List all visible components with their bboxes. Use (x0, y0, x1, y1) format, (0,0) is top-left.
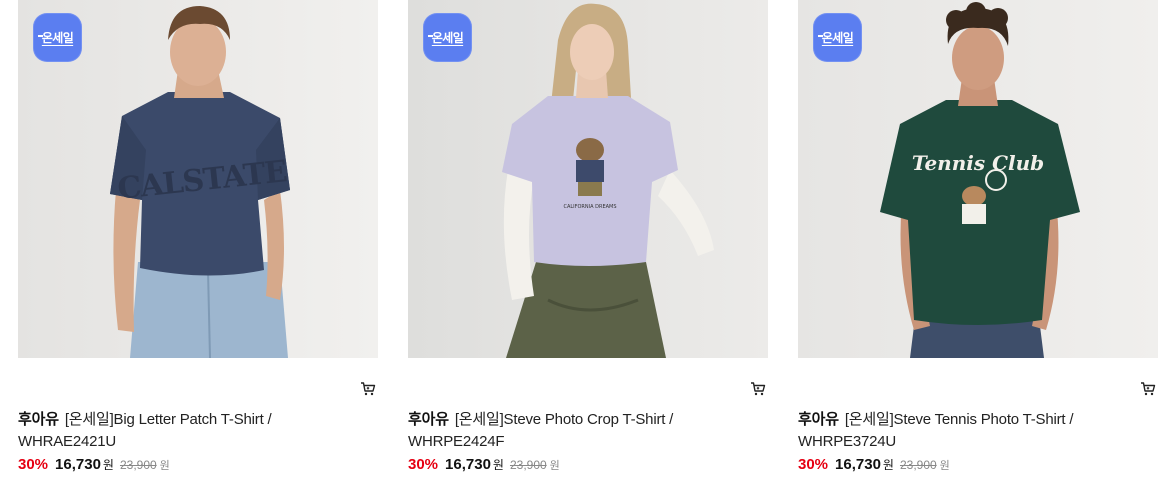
product-grid: CALSTATE 온세일 후아유 [온세일]Big Letter Patch T-… (0, 0, 1160, 482)
sale-price: 16,730 (55, 456, 101, 473)
badge-label: 온세일 (37, 31, 74, 45)
price-unit: 원 (492, 458, 504, 472)
price-row: 30% 16,730 원 23,900 원 (408, 456, 560, 476)
on-sale-badge: 온세일 (423, 13, 472, 62)
discount-rate: 30% (408, 456, 439, 473)
on-sale-badge: 온세일 (33, 13, 82, 62)
price-row: 30% 16,730 원 23,900 원 (798, 456, 950, 476)
shirt-print-text: Tennis Club (912, 151, 1044, 175)
shirt-print-text: CALIFORNIA DREAMS (563, 204, 616, 210)
price-unit: 원 (882, 458, 894, 472)
product-code: WHRAE2421U (18, 433, 117, 450)
add-to-cart-icon[interactable] (1140, 381, 1156, 397)
add-to-cart-icon[interactable] (750, 381, 766, 397)
original-price: 23,900 (509, 458, 547, 472)
brand-name: 후아유 (798, 411, 839, 428)
badge-label: 온세일 (427, 31, 464, 45)
original-price-unit: 원 (159, 460, 170, 472)
product-name: [온세일]Steve Photo Crop T-Shirt / (454, 411, 674, 428)
add-to-cart-icon[interactable] (360, 381, 376, 397)
on-sale-badge: 온세일 (813, 13, 862, 62)
brand-name: 후아유 (18, 411, 59, 428)
discount-rate: 30% (18, 456, 49, 473)
original-price-unit: 원 (549, 460, 560, 472)
original-price-unit: 원 (939, 460, 950, 472)
product-image[interactable]: CALIFORNIA DREAMS 온세일 (408, 0, 768, 358)
price-unit: 원 (102, 458, 114, 472)
product-title[interactable]: 후아유 [온세일]Steve Tennis Photo T-Shirt / WHR… (798, 409, 1098, 453)
badge-label: 온세일 (817, 31, 854, 45)
product-card[interactable]: Tennis Club 온세일 후아유 [온세일]Steve Tennis Pho… (798, 0, 1158, 482)
product-card[interactable]: CALIFORNIA DREAMS 온세일 후아유 [온세일]Steve Phot… (408, 0, 768, 482)
product-image[interactable]: Tennis Club 온세일 (798, 0, 1158, 358)
sale-price: 16,730 (835, 456, 881, 473)
product-title[interactable]: 후아유 [온세일]Steve Photo Crop T-Shirt / WHRPE… (408, 409, 708, 453)
product-image[interactable]: CALSTATE 온세일 (18, 0, 378, 358)
product-code: WHRPE3724U (798, 433, 897, 450)
original-price: 23,900 (899, 458, 937, 472)
discount-rate: 30% (798, 456, 829, 473)
product-card[interactable]: CALSTATE 온세일 후아유 [온세일]Big Letter Patch T-… (18, 0, 378, 482)
product-name: [온세일]Big Letter Patch T-Shirt / (64, 411, 272, 428)
price-row: 30% 16,730 원 23,900 원 (18, 456, 170, 476)
sale-price: 16,730 (445, 456, 491, 473)
product-title[interactable]: 후아유 [온세일]Big Letter Patch T-Shirt / WHRAE… (18, 409, 318, 453)
product-name: [온세일]Steve Tennis Photo T-Shirt / (844, 411, 1074, 428)
brand-name: 후아유 (408, 411, 449, 428)
product-code: WHRPE2424F (408, 433, 505, 450)
original-price: 23,900 (119, 458, 157, 472)
